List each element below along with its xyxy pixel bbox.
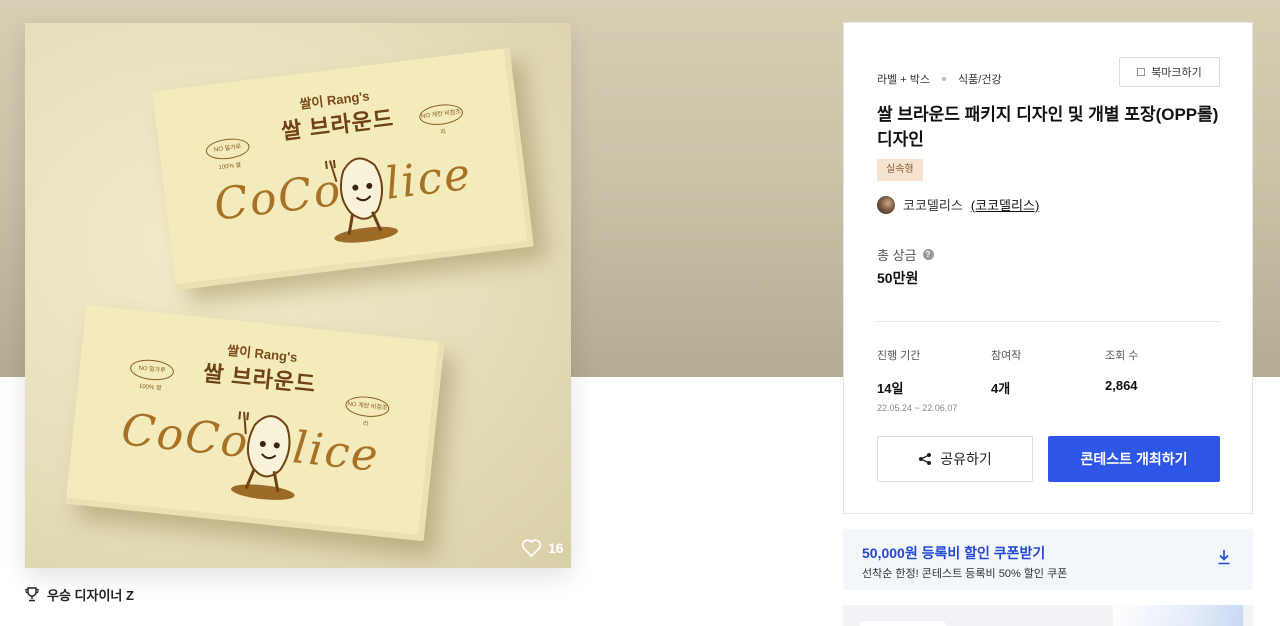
winner-designer: 우승 디자이너 Z — [25, 585, 134, 604]
package-box-bottom: 쌀이 Rang's 쌀 브라운드 NO 밀가루 100% 쌀 NO 계란 비첨조… — [65, 304, 445, 542]
stat-value: 14일 — [877, 381, 904, 396]
trophy-icon — [25, 587, 39, 602]
avatar — [877, 195, 895, 214]
next-card-chip — [860, 621, 946, 626]
product-image[interactable]: 쌀이 Rang's 쌀 브라운드 NO 밀가루 100% 쌀 NO 계란 비첨조… — [25, 23, 571, 568]
host-info: 코코델리스 (코코델리스) — [877, 195, 1039, 214]
host-contest-button[interactable]: 콘테스트 개최하기 — [1048, 436, 1220, 482]
stat-label: 진행 기간 — [877, 350, 921, 362]
host-profile-link[interactable]: (코코델리스) — [971, 195, 1039, 214]
coupon-title: 50,000원 등록비 할인 쿠폰받기 — [862, 545, 1046, 561]
share-label: 공유하기 — [940, 451, 992, 467]
next-card-preview[interactable] — [843, 605, 1253, 626]
stat-entries: 참여작 4개 — [991, 347, 1021, 397]
stat-label: 조회 수 — [1105, 350, 1139, 362]
mascot-icon — [230, 411, 295, 500]
next-card-image — [1113, 605, 1243, 626]
download-icon[interactable] — [1217, 549, 1231, 565]
stat-value: 4개 — [991, 381, 1011, 396]
winner-label: 우승 디자이너 Z — [47, 588, 134, 603]
stat-label: 참여작 — [991, 350, 1022, 362]
stat-views: 조회 수 2,864 — [1105, 347, 1138, 393]
category-secondary[interactable]: 식품/건강 — [958, 71, 1002, 87]
prize-label-row: 총 상금 ? — [877, 245, 934, 264]
prize-value: 50만원 — [877, 270, 919, 286]
coupon-banner[interactable]: 50,000원 등록비 할인 쿠폰받기 선착순 한정! 콘테스트 등록비 50%… — [843, 529, 1253, 590]
bookmark-icon — [1137, 68, 1146, 76]
prize-label: 총 상금 — [877, 248, 917, 263]
like-button[interactable]: 16 — [521, 539, 564, 557]
host-name: 코코델리스 — [903, 198, 963, 213]
bookmark-button[interactable]: 북마크하기 — [1119, 57, 1220, 87]
like-count: 16 — [548, 540, 564, 556]
plan-tag: 실속형 — [877, 159, 923, 181]
stat-duration: 진행 기간 14일 22.05.24 ~ 22.06.07 — [877, 347, 957, 413]
mascot-icon — [324, 157, 398, 243]
package-box-top: 쌀이 Rang's 쌀 브라운드 NO 밀가루 100% 쌀 NO 계란 비첨조… — [152, 47, 534, 291]
divider — [877, 321, 1220, 322]
stat-value: 2,864 — [1105, 378, 1138, 393]
contest-title: 쌀 브라운드 패키지 디자인 및 개별 포장(OPP롤) 디자인 — [877, 105, 1219, 149]
breadcrumb-separator — [942, 77, 947, 81]
stat-date-range: 22.05.24 ~ 22.06.07 — [877, 403, 958, 413]
contest-info-panel: 라벨 + 박스 식품/건강 북마크하기 쌀 브라운드 패키지 디자인 및 개별 … — [843, 22, 1253, 514]
bookmark-label: 북마크하기 — [1151, 67, 1202, 79]
share-button[interactable]: 공유하기 — [877, 436, 1033, 482]
help-icon[interactable]: ? — [922, 249, 934, 260]
category-breadcrumb: 라벨 + 박스 식품/건강 — [877, 71, 1002, 87]
share-icon — [919, 453, 932, 465]
coupon-subtitle: 선착순 한정! 콘테스트 등록비 50% 할인 쿠폰 — [862, 568, 1068, 580]
category-primary[interactable]: 라벨 + 박스 — [877, 71, 930, 87]
heart-icon — [521, 539, 542, 557]
